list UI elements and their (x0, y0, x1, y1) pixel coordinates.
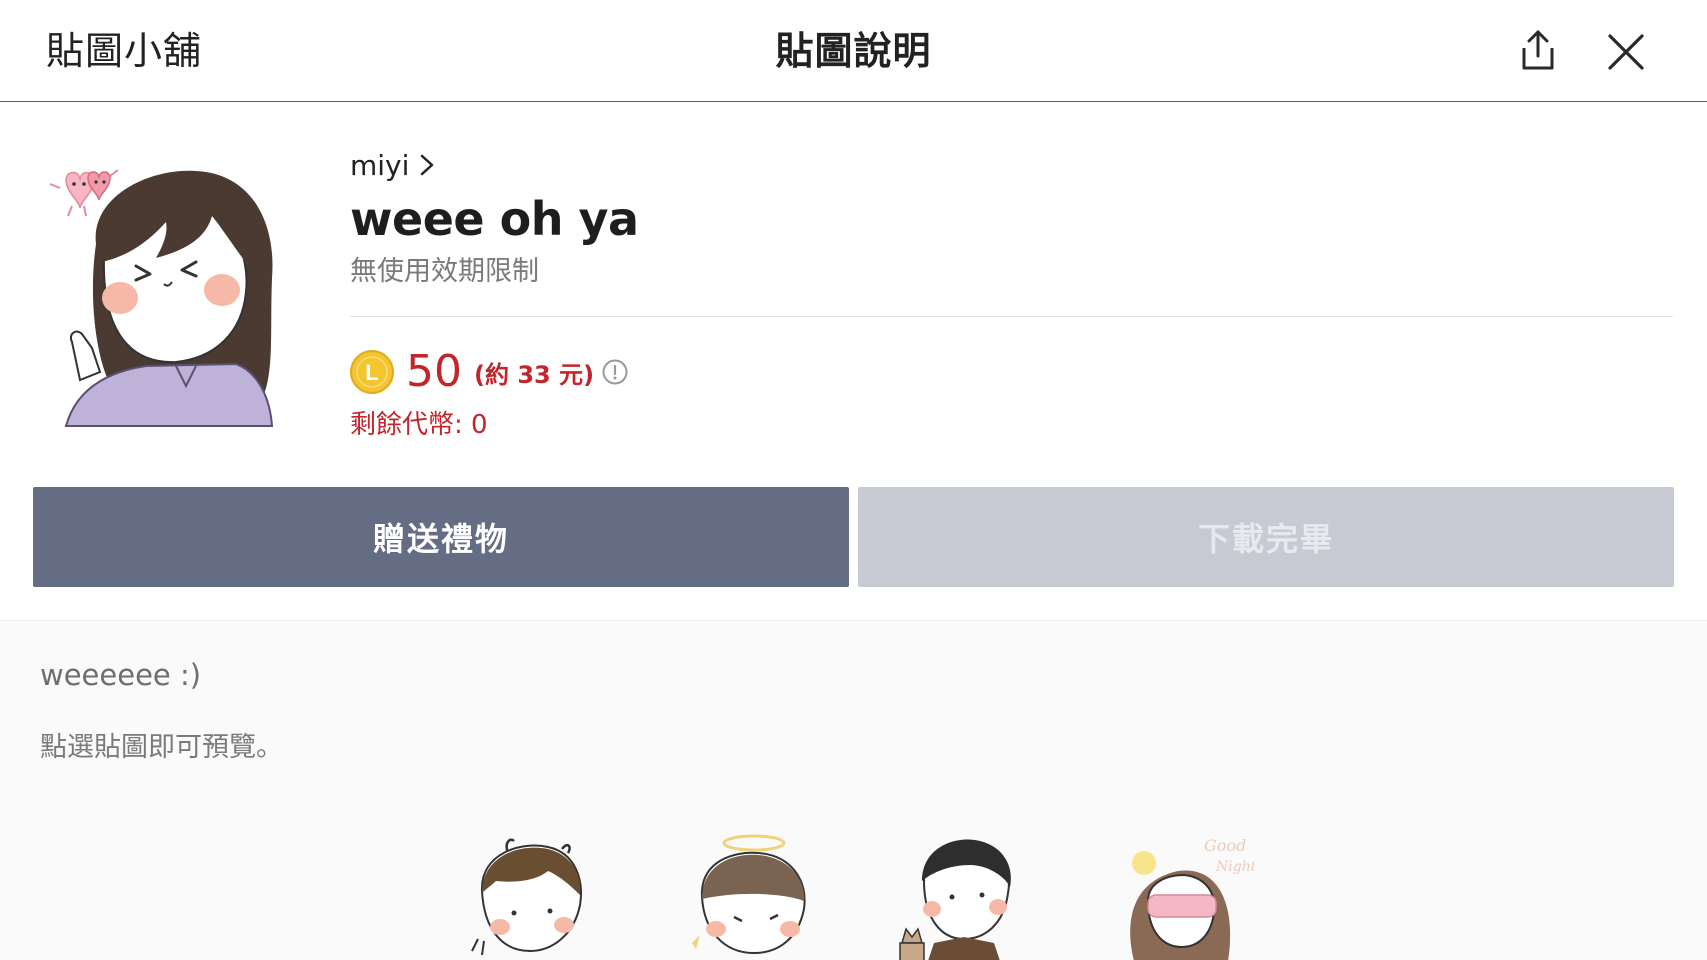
price-row: L 50 (約 33 元) (350, 346, 628, 398)
page-title: 貼圖說明 (775, 29, 932, 73)
main-sticker-image (49, 169, 274, 427)
send-gift-button[interactable]: 贈送禮物 (33, 487, 849, 587)
boy-angel-sticker[interactable] (678, 831, 828, 960)
svg-text:Good: Good (1204, 836, 1246, 855)
description-section: weeeeee :) 點選貼圖即可預覽。 Good Night (0, 620, 1707, 960)
svg-text:Night: Night (1215, 859, 1254, 875)
boy-devil-sticker[interactable] (452, 831, 602, 960)
chevron-right-icon (421, 154, 434, 176)
close-icon[interactable] (1604, 30, 1648, 74)
remaining-coins: 剩餘代幣: 0 (350, 410, 488, 440)
boy-cat-sticker[interactable] (890, 831, 1040, 960)
download-complete-button[interactable]: 下載完畢 (858, 487, 1674, 587)
sticker-title: weee oh ya (350, 192, 639, 246)
preview-hint: 點選貼圖即可預覽。 (40, 732, 283, 763)
price-value: 50 (406, 346, 462, 397)
author-link[interactable]: miyi (350, 148, 435, 182)
price-approx: (約 33 元) (474, 360, 595, 389)
share-icon[interactable] (1514, 26, 1562, 74)
author-name: miyi (350, 148, 410, 182)
description-text: weeeeee :) (40, 658, 202, 692)
line-coin-icon: L (350, 350, 394, 394)
divider (350, 316, 1673, 317)
top-bar: 貼圖小舖 貼圖說明 (0, 0, 1707, 102)
info-icon[interactable] (602, 359, 628, 385)
validity-text: 無使用效期限制 (350, 256, 539, 287)
girl-goodnight-sticker[interactable]: Good Night (1104, 831, 1254, 960)
sticker-grid: Good Night (0, 831, 1707, 960)
coin-letter: L (365, 360, 378, 385)
